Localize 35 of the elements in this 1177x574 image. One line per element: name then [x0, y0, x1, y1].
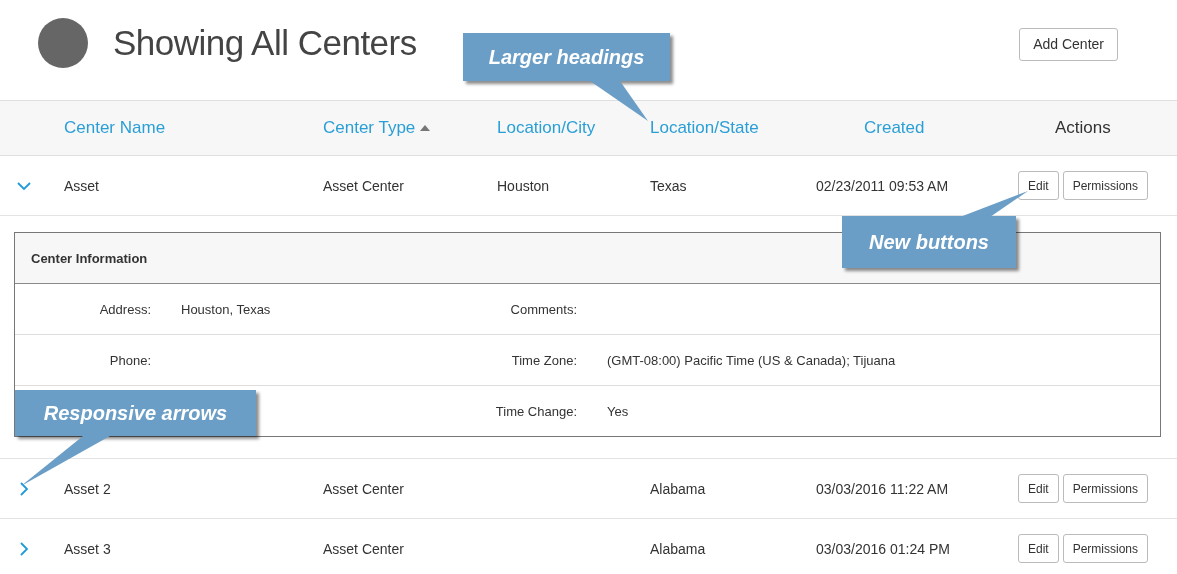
table-cell-text: Asset: [64, 177, 100, 194]
permissions-button[interactable]: Permissions: [1062, 171, 1149, 200]
edit-button[interactable]: Edit: [1018, 534, 1059, 563]
chevron-right-icon[interactable]: [17, 541, 31, 556]
table-cell-text: Alabama: [650, 540, 707, 557]
edit-button[interactable]: Edit: [1018, 171, 1059, 200]
table-cell-text: Texas: [650, 177, 688, 194]
table-cell-text: Houston: [497, 177, 551, 194]
page-title: Showing All Centers: [113, 23, 417, 63]
table-cell-text: Asset 2: [64, 480, 112, 497]
sort-up-icon: [420, 125, 431, 131]
field-label: Address:: [98, 301, 151, 317]
table-cell-text: 03/03/2016 01:24 PM: [816, 540, 951, 557]
table-cell-text: 03/03/2016 11:22 AM: [816, 480, 950, 497]
permissions-button[interactable]: Permissions: [1062, 534, 1149, 563]
field-value: Houston, Texas: [181, 301, 272, 317]
chevron-right-icon[interactable]: [17, 481, 31, 496]
panel-title: Center Information: [31, 250, 148, 266]
column-header: Actions: [1054, 118, 1112, 138]
table-cell-text: Asset 3: [64, 540, 112, 557]
field-value: Yes: [607, 403, 630, 419]
field-label: Time Zone:: [510, 352, 577, 368]
field-value: (GMT-08:00) Pacific Time (US & Canada); Tijuana: [607, 352, 897, 368]
table-cell-text: Alabama: [650, 480, 707, 497]
table-cell-text: 02/23/2011 09:53 AM: [816, 177, 950, 194]
table-cell-text: Asset Center: [323, 480, 405, 497]
field-label: Comments:: [509, 301, 577, 317]
table-cell-text: Asset Center: [323, 177, 405, 194]
edit-button[interactable]: Edit: [1018, 474, 1059, 503]
field-label: Time Change:: [494, 403, 577, 419]
table-cell-text: Asset Center: [323, 540, 405, 557]
field-label: Phone:: [108, 352, 151, 368]
add-center-button[interactable]: Add Center: [1019, 27, 1118, 61]
permissions-button[interactable]: Permissions: [1062, 474, 1149, 503]
avatar-circle: [38, 18, 88, 68]
